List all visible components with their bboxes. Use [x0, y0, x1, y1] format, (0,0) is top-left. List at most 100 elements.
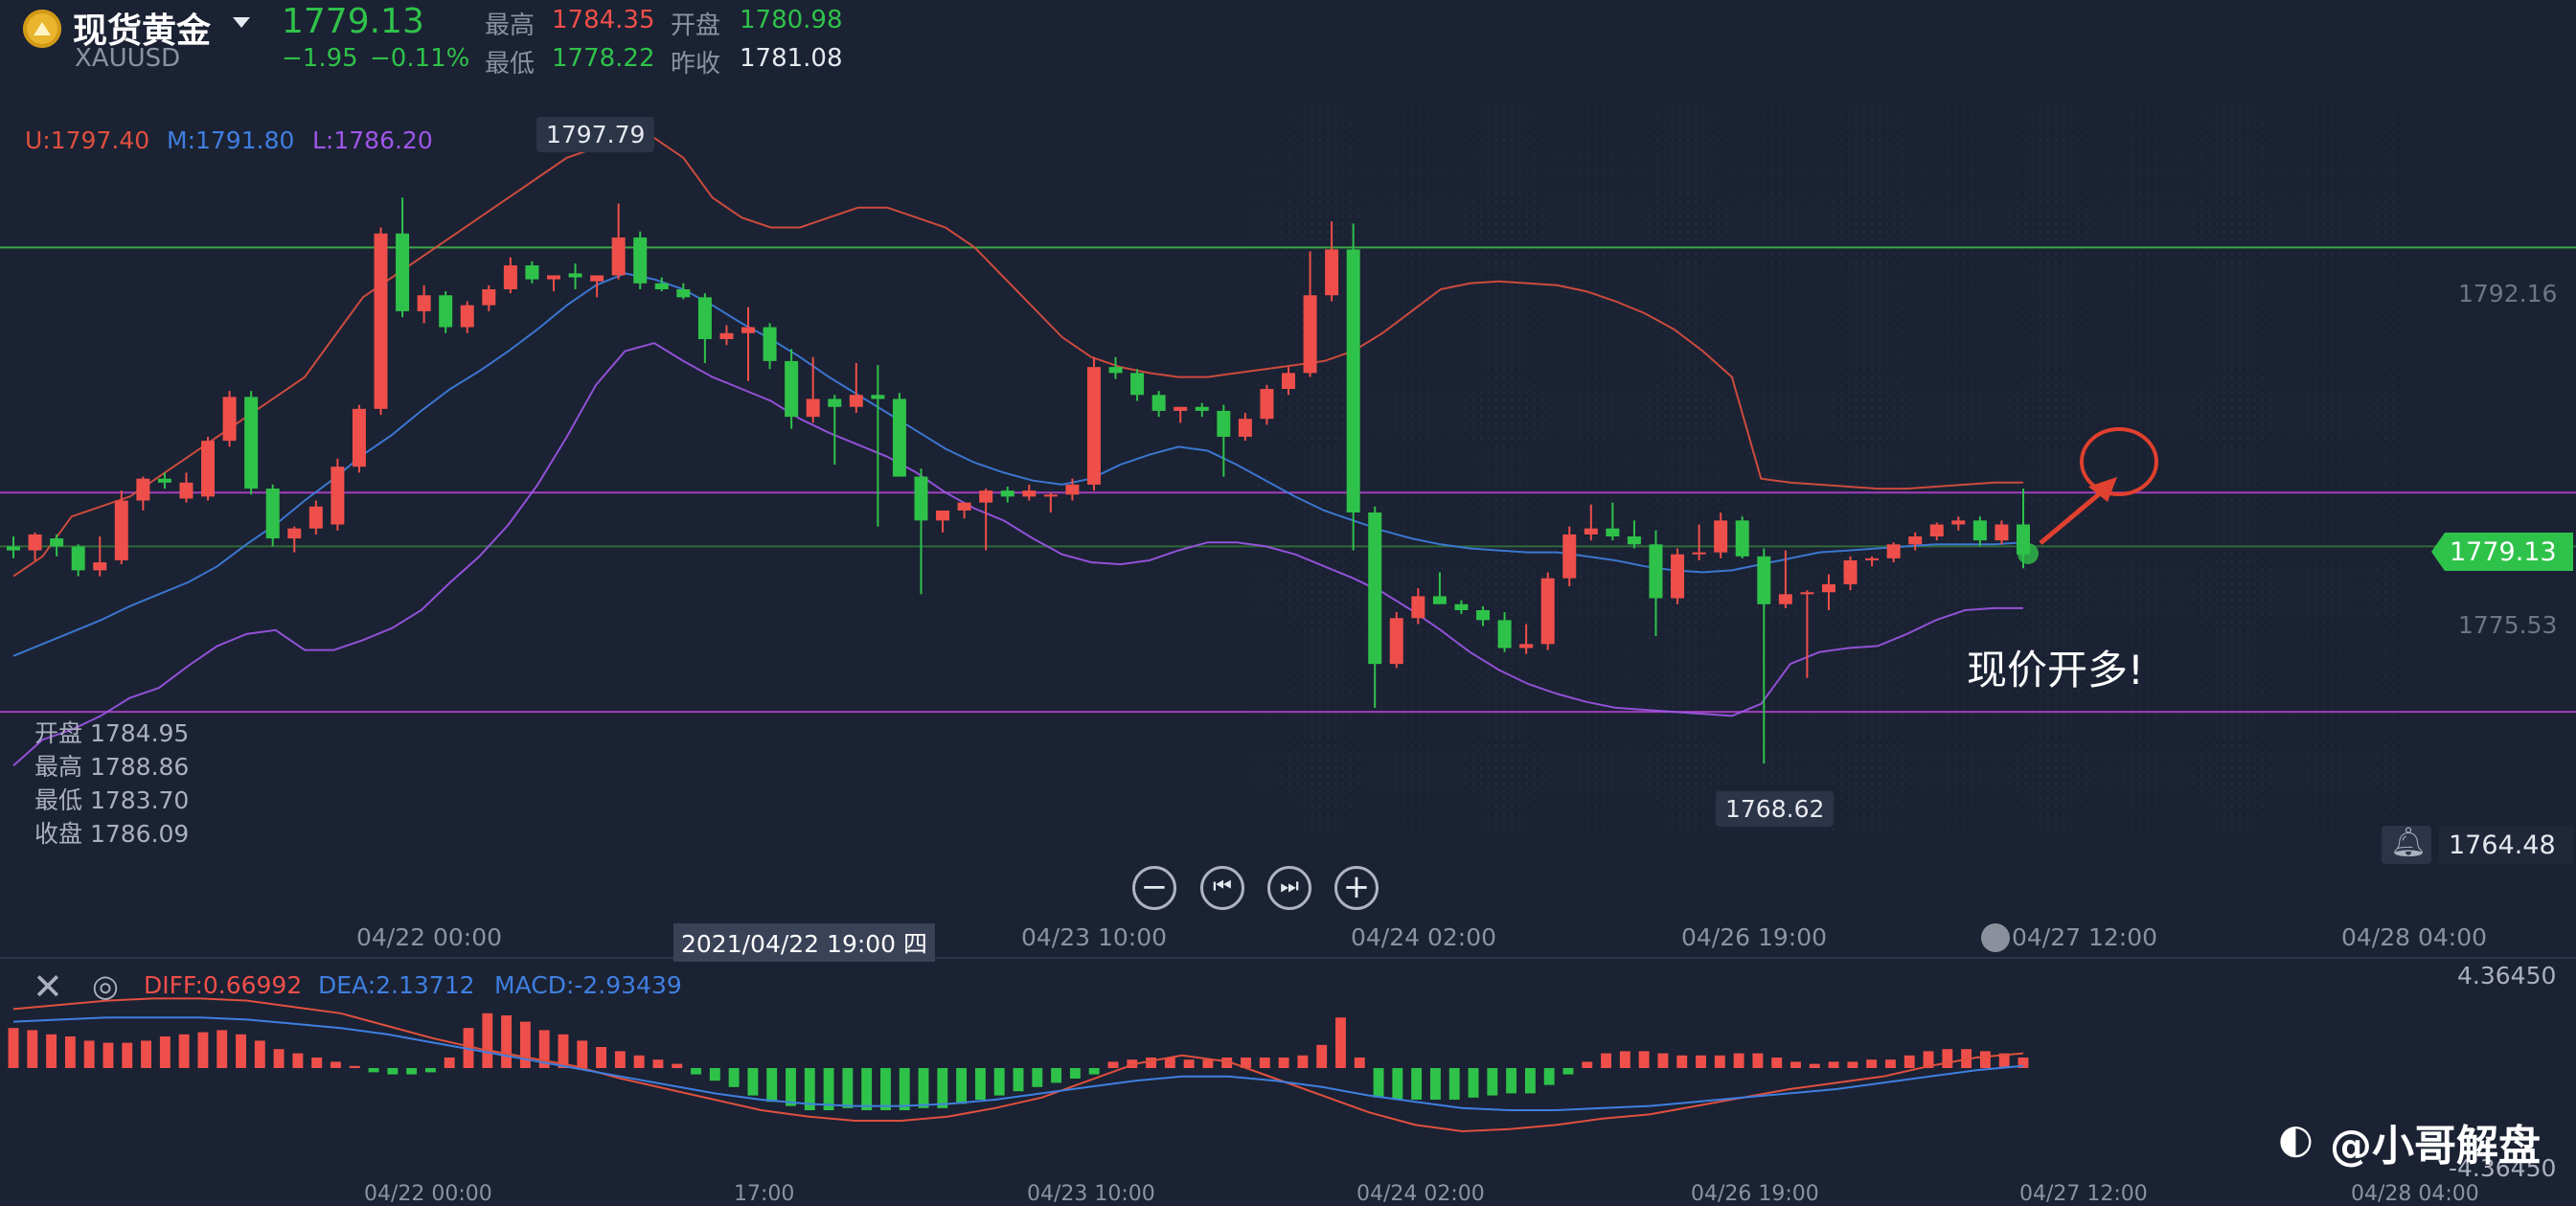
macd-bar	[918, 1068, 929, 1108]
macd-bar	[519, 1021, 531, 1068]
macd-bar	[1638, 1051, 1650, 1068]
bell-icon[interactable]: 🔔︎	[2390, 826, 2427, 859]
macd-bar	[842, 1068, 854, 1108]
candle-body	[1022, 490, 1037, 497]
macd-bar	[956, 1068, 968, 1104]
macd-bar	[974, 1068, 986, 1100]
candle-body	[936, 510, 950, 521]
macd-bar	[254, 1040, 265, 1068]
buy-call-text: 现价开多!	[1967, 647, 2144, 694]
macd-x-axis-label: 04/24 02:00	[1356, 1182, 1485, 1206]
macd-x-axis-label: 04/28 04:00	[2351, 1182, 2479, 1206]
macd-bar	[1107, 1061, 1119, 1068]
macd-bar	[1506, 1068, 1517, 1094]
skip-forward-button[interactable]: ⏭︎	[1267, 866, 1311, 910]
macd-bar	[1676, 1055, 1688, 1068]
macd-bar	[292, 1053, 304, 1068]
candle-body	[849, 395, 863, 407]
chevron-down-icon[interactable]	[233, 17, 250, 28]
instrument-symbol: XAUUSD	[75, 44, 181, 73]
macd-bar	[1297, 1055, 1309, 1068]
candle-body	[1778, 594, 1792, 604]
macd-bar	[1354, 1058, 1365, 1068]
x-axis-label: 04/27 12:00	[2012, 923, 2158, 951]
candle-body	[1174, 406, 1188, 411]
zoom-in-button[interactable]: +	[1334, 866, 1379, 910]
open-label: 开盘	[671, 11, 721, 40]
candle-body	[482, 289, 496, 306]
candle-body	[654, 283, 669, 290]
candle-body	[1260, 389, 1274, 420]
macd-bar	[1904, 1055, 1915, 1068]
zoom-out-button[interactable]: −	[1132, 866, 1176, 910]
gold-coin-icon	[23, 10, 61, 48]
macd-value-label: MACD:-2.93439	[494, 971, 682, 999]
macd-bar	[861, 1068, 873, 1110]
macd-bar	[1809, 1063, 1820, 1068]
alert-price: 1764.48	[2449, 831, 2556, 860]
candle-body	[1562, 534, 1577, 579]
macd-bar	[1013, 1068, 1024, 1092]
candle-body	[1065, 484, 1080, 495]
open-value: 1780.98	[740, 6, 843, 34]
candle-body	[1217, 410, 1231, 437]
macd-bar	[652, 1059, 664, 1068]
macd-bar	[1183, 1059, 1195, 1068]
candle-body	[1649, 544, 1663, 599]
candle-body	[828, 398, 842, 407]
candle-body	[719, 332, 734, 340]
min-price-label: 1768.62	[1716, 791, 1835, 827]
macd-bar	[993, 1068, 1005, 1096]
macd-bar	[1088, 1068, 1100, 1075]
macd-bar	[141, 1040, 151, 1068]
macd-bar	[1790, 1061, 1801, 1068]
macd-bar	[937, 1068, 948, 1108]
macd-dea-label: DEA:2.13712	[318, 971, 475, 999]
macd-bar	[1487, 1068, 1498, 1096]
macd-bar	[1885, 1059, 1896, 1068]
candle-body	[352, 408, 366, 467]
scroll-handle[interactable]	[1981, 923, 2010, 952]
price-change: −1.95	[282, 44, 358, 73]
chart-canvas[interactable]	[0, 0, 2576, 1205]
candle-body	[287, 528, 302, 539]
macd-bar	[1714, 1055, 1725, 1068]
x-axis-label: 04/24 02:00	[1351, 923, 1497, 951]
candle-body	[1714, 520, 1728, 553]
boll-lower-label: L:1786.20	[312, 126, 433, 154]
candle-body	[201, 441, 216, 497]
macd-bar	[1448, 1068, 1460, 1100]
macd-bar	[1942, 1049, 1953, 1068]
candle-body	[93, 562, 107, 571]
macd-bar	[1696, 1055, 1706, 1068]
settings-icon[interactable]: ◎	[92, 967, 119, 1004]
macd-bar	[83, 1040, 95, 1068]
candle-body	[1454, 603, 1469, 610]
crosshair-time-label: 2021/04/22 19:00 四	[673, 923, 936, 962]
y-tick-1775: 1775.53	[2458, 611, 2558, 639]
candle-body	[1108, 367, 1123, 374]
candle-body	[460, 305, 474, 328]
candle-body	[1821, 583, 1835, 593]
candle-body	[741, 327, 756, 333]
candle-body	[1000, 490, 1014, 497]
ohlc-open: 开盘 1784.95	[34, 719, 190, 747]
candle-body	[439, 295, 453, 328]
skip-back-button[interactable]: ⏮︎	[1200, 866, 1244, 910]
candle-body	[546, 275, 560, 280]
candle-body	[1671, 554, 1685, 599]
candle-body	[1757, 556, 1771, 604]
macd-x-axis-label: 04/23 10:00	[1027, 1182, 1155, 1206]
boll-mid-label: M:1791.80	[167, 126, 295, 154]
macd-bar	[273, 1049, 285, 1068]
candle-body	[1432, 596, 1447, 604]
macd-bar	[880, 1068, 891, 1110]
close-icon[interactable]: ✕	[33, 966, 63, 1008]
macd-bar	[691, 1068, 701, 1075]
candle-body	[1800, 592, 1814, 595]
candle-body	[957, 502, 971, 511]
macd-bar	[236, 1034, 246, 1068]
macd-x-axis-label: 04/26 19:00	[1691, 1182, 1819, 1206]
current-price-dot	[2017, 543, 2039, 564]
ohlc-high: 最高 1788.86	[34, 753, 190, 781]
